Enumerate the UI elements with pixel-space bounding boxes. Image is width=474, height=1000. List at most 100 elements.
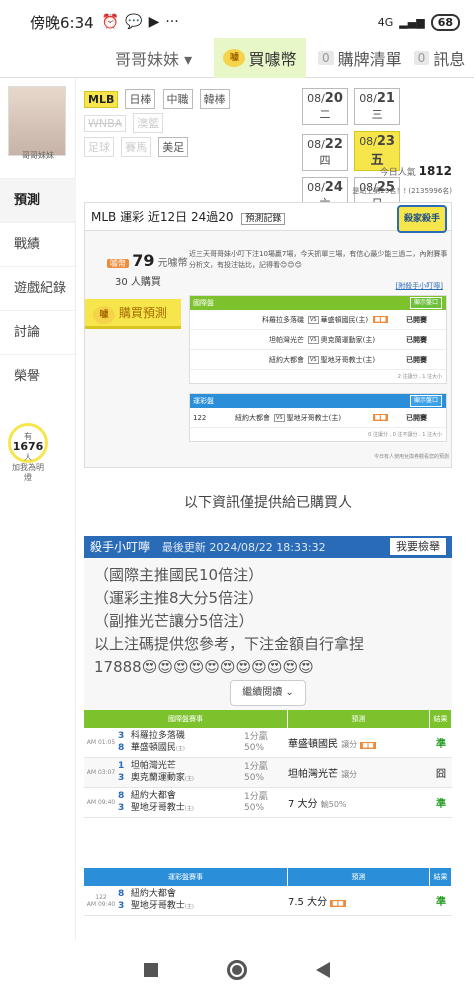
sidebar-item-honor[interactable]: 榮譽 [0,354,76,398]
team: 奧克蘭運動家 [130,773,185,783]
prediction-record-button[interactable]: 預測記錄 [241,213,286,225]
back-button[interactable] [315,962,330,978]
line: 1分贏 50% [244,732,288,754]
score: 1 [118,761,125,771]
prediction-box: MLB 運彩 近12日 24過20 預測記錄 殺家殺手 噱幣 79 元噱幣 30… [84,202,452,468]
prediction-title: MLB 運彩 近12日 24過20 [91,210,234,224]
team: 紐約大都會 [130,889,176,899]
match-status: 已開賽 [406,413,427,422]
buy-coin-button[interactable]: 噱 買噱幣 [214,37,306,78]
sidebar-item-record[interactable]: 戰績 [0,222,76,266]
sidebar: 哥哥妹妹 預測 戰績 遊戲紀錄 討論 榮譽 有 1676 人 加我為明燈 [0,78,76,940]
line: 1分贏 50% [244,792,288,814]
home-mark: (主) [184,776,194,782]
home-button[interactable] [226,960,247,980]
avatar[interactable] [8,86,66,156]
team: 紐約大都會 [130,791,176,801]
sport-tab-horse[interactable]: 賽馬 [121,137,152,157]
chevron-down-icon: ⌄ [285,687,294,698]
match-status: 已開賽 [406,335,427,344]
fans-bulb[interactable]: 有 1676 人 加我為明燈 [8,423,48,482]
date-prefix: 08/ [307,92,325,105]
popularity: 今日人氣 1812 [380,164,452,178]
coin-icon: 噱 [93,306,115,324]
sport-tab-soccer[interactable]: 足球 [84,137,114,157]
sport-tab-nbl[interactable]: 澳籃 [133,113,164,133]
fans-count: 1676 [12,440,44,453]
away-team: 紐約大都會 [269,355,304,364]
date-0820[interactable]: 08/20 二 [302,88,348,125]
table-row: AM 03:07 1 坦帕灣光芒 3 奧克蘭運動家(主) 1分贏 50% 坦帕灣光… [84,758,452,788]
game-id: 122 [95,893,107,901]
sport-tab-wnba[interactable]: WNBA [84,115,127,132]
lottery-table: 運彩盤 顯示盤口 122 紐約大都會 VS 聖地牙哥教士(主) ■■ 已開賽 0 注… [189,393,447,442]
alarm-icon: ⏰ [101,14,120,30]
table-row: 坦帕灣光芒 VS 奧克蘭運動家(主) 已開賽 [190,330,446,350]
table-row: AM 09:40 8 紐約大都會 3 聖地牙哥教士(主) 1分贏 50% 7 大分… [84,788,452,818]
result: 準 [436,897,446,908]
coin-icon: 噱 [223,48,246,67]
teams: 3 科羅拉多落磯 8 華盛頓國民(主) [118,728,244,757]
recent-apps-button[interactable] [144,963,159,977]
table-row: 122 紐約大都會 VS 聖地牙哥教士(主) ■■ 已開賽 [190,408,446,428]
date-0821[interactable]: 08/21 三 [354,88,401,125]
message-label: 訊息 [433,49,466,69]
home-team: 聖地牙哥教士(主) [320,355,376,364]
report-button[interactable]: 我要檢舉 [390,538,446,555]
away-team: 坦帕灣光芒 [269,335,304,344]
date-prefix: 08/ [359,92,377,105]
buy-prediction-button[interactable]: 噱 購買預測 [85,299,181,329]
date-day: 23 [376,134,395,149]
date-0822[interactable]: 08/22 四 [302,134,348,171]
popularity-rank: 是站上第29名！! (2135996名) [352,187,452,195]
line-pct: 50% [244,802,265,813]
match-status: 已開賽 [406,355,427,364]
cart-link[interactable]: 0 購牌清單 [318,46,402,70]
teams: 1 坦帕灣光芒 3 奧克蘭運動家(主) [118,758,244,787]
status-right: 4G ▂▄▆ 68 [378,13,460,31]
intl-footer: 2 注讓分 , 1 注大小 [397,374,442,380]
sidebar-item-game-log[interactable]: 遊戲紀錄 [0,266,76,310]
home-mark: (主) [184,806,194,812]
avatar-name: 哥哥妹妹 [22,151,54,160]
sidebar-item-predict[interactable]: 預測 [0,178,76,222]
pick: 坦帕灣光芒 [288,769,338,780]
message-link[interactable]: 0 訊息 [413,46,466,70]
pick: 7.5 大分 [288,897,328,908]
score: 3 [118,901,125,911]
memo-line: （國際主推國民10倍注） [94,566,264,584]
sport-tab-kbo[interactable]: 韓棒 [199,89,230,109]
status-time: 傍晚6:34 [30,13,94,32]
signal-icon: ▂▄▆ [399,15,425,29]
price-unit: 元噱幣 [157,258,188,269]
show-odds-button[interactable]: 顯示盤口 [409,297,442,309]
continue-reading-button[interactable]: 繼續閱讀 ⌄ [230,680,306,706]
line-value: 1分贏 [244,791,268,802]
sport-tab-nfl[interactable]: 美足 [158,137,189,157]
locked-icon: ■■ [372,316,388,323]
pick-type: 輸50% [320,800,347,809]
popularity-label: 今日人氣 [379,168,416,178]
see-tips-link[interactable]: [附殺手小叮嚀] [396,281,443,291]
date-prefix: 08/ [307,181,325,194]
game-time: AM 09:40 [86,799,116,806]
score: 8 [118,791,125,801]
date-weekday: 三 [371,108,383,121]
sport-tab-npb[interactable]: 日棒 [125,89,156,109]
chat-icon: 💬 [125,14,143,30]
user-dropdown[interactable]: 哥哥妹妹 ▾ [0,46,214,70]
date-day: 21 [376,91,395,106]
sport-tab-cpbl[interactable]: 中職 [162,89,193,109]
sidebar-item-discuss[interactable]: 討論 [0,310,76,354]
table-row: AM 01:05 3 科羅拉多落磯 8 華盛頓國民(主) 1分贏 50% 華盛頓國… [84,728,452,758]
line-pct: 50% [244,742,265,753]
date-picker: 08/20 二 08/21 三 08/22 四 08/23 五 08/24 六 … [302,88,452,220]
home-mark: (主) [175,746,185,752]
buyers-count: 30 [115,277,128,288]
team: 聖地牙哥教士 [130,901,185,911]
status-icons: ⏰ 💬 ▶ ··· [102,14,179,30]
show-odds-button[interactable]: 顯示盤口 [409,395,442,407]
table-row: 紐約大都會 VS 聖地牙哥教士(主) 已開賽 [190,350,446,370]
intl-header: 國際盤 顯示盤口 [190,296,446,310]
sport-tab-mlb[interactable]: MLB [84,91,119,108]
